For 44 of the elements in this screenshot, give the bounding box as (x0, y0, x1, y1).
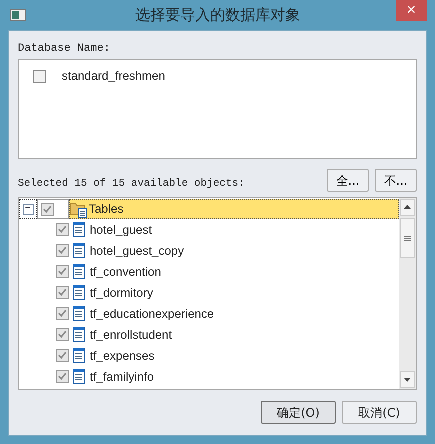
checkbox[interactable] (56, 328, 69, 341)
select-none-button[interactable]: 不... (375, 169, 417, 192)
ok-button[interactable]: 确定(O) (261, 401, 336, 424)
checkbox[interactable] (56, 307, 69, 320)
table-icon (73, 285, 85, 300)
table-name[interactable]: tf_expenses (90, 346, 155, 364)
folder-icon (70, 200, 88, 218)
table-name[interactable]: tf_convention (90, 262, 162, 280)
close-button[interactable]: × (396, 0, 427, 21)
tree-label: Tables (89, 201, 124, 218)
table-name[interactable]: hotel_guest (90, 220, 152, 238)
table-icon (73, 348, 85, 363)
checkbox[interactable] (56, 349, 69, 362)
scroll-thumb[interactable] (400, 218, 415, 258)
checkbox[interactable] (41, 202, 54, 216)
checkbox[interactable] (56, 244, 69, 257)
table-name[interactable]: tf_dormitory (90, 284, 154, 302)
selected-count-label: Selected 15 of 15 available objects: (18, 177, 246, 192)
checkbox[interactable] (56, 286, 69, 299)
table-icon (73, 369, 85, 384)
checkbox[interactable] (56, 265, 69, 278)
scroll-down-icon[interactable] (400, 371, 415, 388)
scrollbar[interactable] (399, 198, 416, 389)
checkbox[interactable] (56, 370, 69, 383)
table-name[interactable]: tf_enrollstudent (90, 326, 172, 344)
table-name[interactable]: hotel_guest_copy (90, 242, 184, 260)
tree-row[interactable]: Tables (69, 199, 399, 219)
table-icon (73, 327, 85, 342)
table-icon (73, 264, 85, 279)
table-icon (73, 306, 85, 321)
app-icon (10, 9, 26, 21)
select-all-button[interactable]: 全... (327, 169, 369, 192)
collapse-toggle[interactable]: − (22, 204, 34, 214)
table-icon (73, 222, 85, 237)
window-title: 选择要导入的数据库对象 (136, 4, 300, 26)
scroll-up-icon[interactable] (400, 199, 415, 216)
table-icon (73, 243, 85, 258)
checkbox[interactable] (33, 70, 46, 82)
database-label: Database Name: (18, 42, 112, 57)
cancel-button[interactable]: 取消(C) (342, 401, 417, 424)
table-name[interactable]: tf_educationexperience (90, 304, 214, 322)
checkbox[interactable] (56, 223, 69, 236)
database-name[interactable]: standard_freshmen (62, 67, 166, 85)
table-name[interactable]: tf_familyinfo (90, 368, 154, 386)
